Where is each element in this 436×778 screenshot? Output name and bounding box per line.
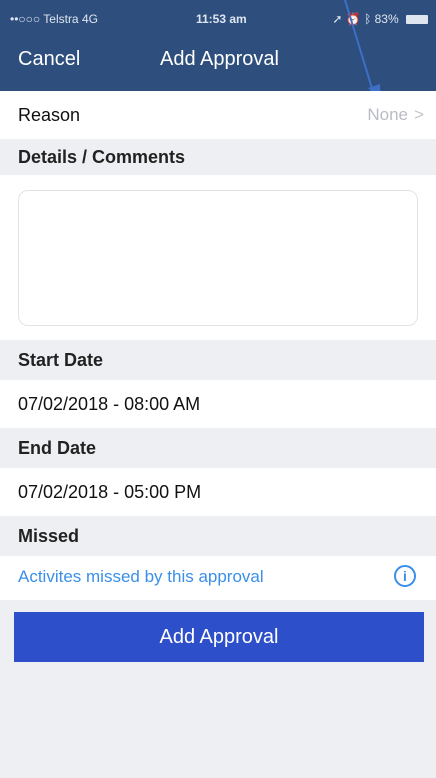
missed-header: Missed [0,516,436,556]
page-title: Add Approval [160,48,279,70]
alarm-icon: ⏰ [345,12,361,26]
status-bar: ••○○○ Telstra 4G 11:53 am ➚ ⏰ ᛒ 83% [0,0,436,36]
top-bar: ••○○○ Telstra 4G 11:53 am ➚ ⏰ ᛒ 83% Canc… [0,0,436,91]
start-date-label: Start Date [18,350,104,370]
details-textarea[interactable] [18,190,418,326]
bluetooth-icon: ᛒ [364,12,372,26]
details-label: Details / Comments [18,147,186,167]
battery-percent: 83% [374,12,399,26]
battery-icon [406,15,428,24]
details-header: Details / Comments [0,139,436,175]
carrier-signal: ••○○○ Telstra 4G [10,12,98,26]
end-date-header: End Date [0,428,436,468]
info-icon[interactable]: i [394,565,416,587]
end-date-value: 07/02/2018 - 05:00 PM [18,482,202,502]
status-time: 11:53 am [196,12,247,26]
add-approval-button[interactable]: Add Approval [14,612,424,662]
end-date-label: End Date [18,438,97,458]
missed-label: Missed [18,526,80,546]
reason-value: None [367,105,408,124]
chevron-right-icon: > [414,105,424,124]
end-date-row[interactable]: 07/02/2018 - 05:00 PM [0,468,436,516]
start-date-row[interactable]: 07/02/2018 - 08:00 AM [0,380,436,428]
missed-activities-link[interactable]: Activites missed by this approval [18,567,264,587]
start-date-value: 07/02/2018 - 08:00 AM [18,394,201,414]
status-right: ➚ ⏰ ᛒ 83% [332,12,428,26]
reason-label: Reason [18,105,81,125]
location-icon: ➚ [332,12,343,26]
reason-row[interactable]: Reason None > [0,91,436,139]
start-date-header: Start Date [0,340,436,380]
cancel-button[interactable]: Cancel [18,48,80,71]
